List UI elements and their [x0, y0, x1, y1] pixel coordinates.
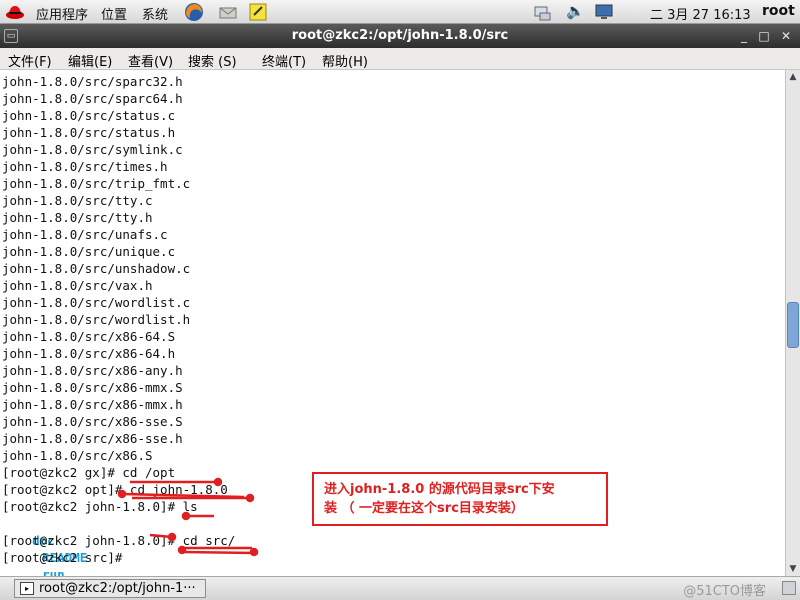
ls-entry-run: run [42, 567, 65, 576]
annotation-text-line1: 进入john-1.8.0 的源代码目录src下安 [324, 482, 555, 497]
terminal-line: john-1.8.0/src/x86-64.S [2, 329, 176, 344]
terminal-line: john-1.8.0/src/tty.c [2, 193, 153, 208]
terminal-line: john-1.8.0/src/sparc32.h [2, 74, 183, 89]
terminal-command-line: [root@zkc2 john-1.8.0]# cd src/ [2, 533, 236, 548]
bottom-taskbar: ▸ root@zkc2:/opt/john-1··· @51CTO博客 [0, 576, 800, 600]
terminal-line: john-1.8.0/src/unafs.c [2, 227, 168, 242]
notes-icon[interactable] [248, 2, 268, 22]
terminal-line: john-1.8.0/src/sparc64.h [2, 91, 183, 106]
menu-help[interactable]: 帮助(H) [322, 51, 368, 70]
taskbar-terminal-label: root@zkc2:/opt/john-1··· [39, 581, 196, 596]
terminal-line: john-1.8.0/src/unshadow.c [2, 261, 191, 276]
terminal-command-line: [root@zkc2 gx]# cd /opt [2, 465, 176, 480]
terminal-line: john-1.8.0/src/wordlist.c [2, 295, 191, 310]
ls-output: doc README run src [2, 515, 87, 576]
terminal-line: john-1.8.0/src/x86.S [2, 448, 153, 463]
terminal-line: john-1.8.0/src/trip_fmt.c [2, 176, 191, 191]
network-icon[interactable] [532, 2, 552, 22]
menu-bar: 文件(F) 编辑(E) 查看(V) 搜索 (S) 终端(T) 帮助(H) [0, 48, 800, 70]
terminal-line: john-1.8.0/src/x86-sse.S [2, 414, 183, 429]
menu-edit[interactable]: 编辑(E) [68, 51, 112, 70]
minimize-button[interactable]: _ [736, 29, 752, 43]
terminal-line: john-1.8.0/src/times.h [2, 159, 168, 174]
menu-applications[interactable]: 应用程序 [36, 4, 88, 23]
clock[interactable]: 二 3月 27 16:13 [650, 4, 751, 23]
mail-icon[interactable] [218, 2, 238, 22]
vertical-scrollbar[interactable]: ▲ ▼ [785, 70, 800, 576]
scroll-up-icon[interactable]: ▲ [786, 70, 800, 84]
menu-terminal[interactable]: 终端(T) [262, 51, 306, 70]
taskbar-terminal-button[interactable]: ▸ root@zkc2:/opt/john-1··· [14, 579, 206, 598]
menu-system[interactable]: 系统 [142, 4, 168, 23]
window-title: root@zkc2:/opt/john-1.8.0/src [291, 28, 509, 43]
menu-search[interactable]: 搜索 (S) [188, 51, 237, 70]
close-button[interactable]: ✕ [778, 29, 794, 43]
redhat-logo-icon[interactable] [5, 3, 25, 21]
maximize-button[interactable]: □ [756, 29, 772, 43]
terminal-line: john-1.8.0/src/x86-mmx.h [2, 397, 183, 412]
terminal-line: john-1.8.0/src/status.c [2, 108, 176, 123]
terminal-line: john-1.8.0/src/x86-mmx.S [2, 380, 183, 395]
display-icon[interactable] [594, 2, 614, 22]
terminal-line: john-1.8.0/src/unique.c [2, 244, 176, 259]
scroll-down-icon[interactable]: ▼ [786, 562, 800, 576]
volume-icon[interactable]: 🔈 [566, 2, 585, 20]
annotation-callout: 进入john-1.8.0 的源代码目录src下安 装 （ 一定要在这个src目录… [312, 472, 608, 526]
terminal-line: john-1.8.0/src/x86-sse.h [2, 431, 183, 446]
workspace-switcher[interactable] [782, 581, 796, 595]
annotation-text-line2: 装 （ 一定要在这个src目录安装） [324, 501, 524, 516]
user-menu[interactable]: root [762, 3, 795, 19]
top-panel: 应用程序 位置 系统 🔈 二 3月 27 16:13 root [0, 0, 800, 24]
menu-file[interactable]: 文件(F) [8, 51, 52, 70]
firefox-icon[interactable] [184, 2, 204, 22]
window-title-bar[interactable]: ▭ root@zkc2:/opt/john-1.8.0/src _ □ ✕ [0, 24, 800, 48]
menu-view[interactable]: 查看(V) [128, 51, 173, 70]
menu-places[interactable]: 位置 [101, 4, 127, 23]
terminal-line: john-1.8.0/src/status.h [2, 125, 176, 140]
terminal-line: john-1.8.0/src/vax.h [2, 278, 153, 293]
terminal-line: john-1.8.0/src/x86-64.h [2, 346, 176, 361]
terminal-line: john-1.8.0/src/tty.h [2, 210, 153, 225]
terminal-line: john-1.8.0/src/wordlist.h [2, 312, 191, 327]
watermark: @51CTO博客 [683, 584, 766, 599]
terminal-command-line: [root@zkc2 john-1.8.0]# ls [2, 499, 198, 514]
terminal-prompt: [root@zkc2 src]# [2, 550, 123, 565]
terminal-line: john-1.8.0/src/x86-any.h [2, 363, 183, 378]
terminal-line: john-1.8.0/src/symlink.c [2, 142, 183, 157]
terminal-icon: ▸ [20, 582, 34, 595]
terminal-command-line: [root@zkc2 opt]# cd john-1.8.0 [2, 482, 228, 497]
scrollbar-thumb[interactable] [787, 302, 799, 348]
